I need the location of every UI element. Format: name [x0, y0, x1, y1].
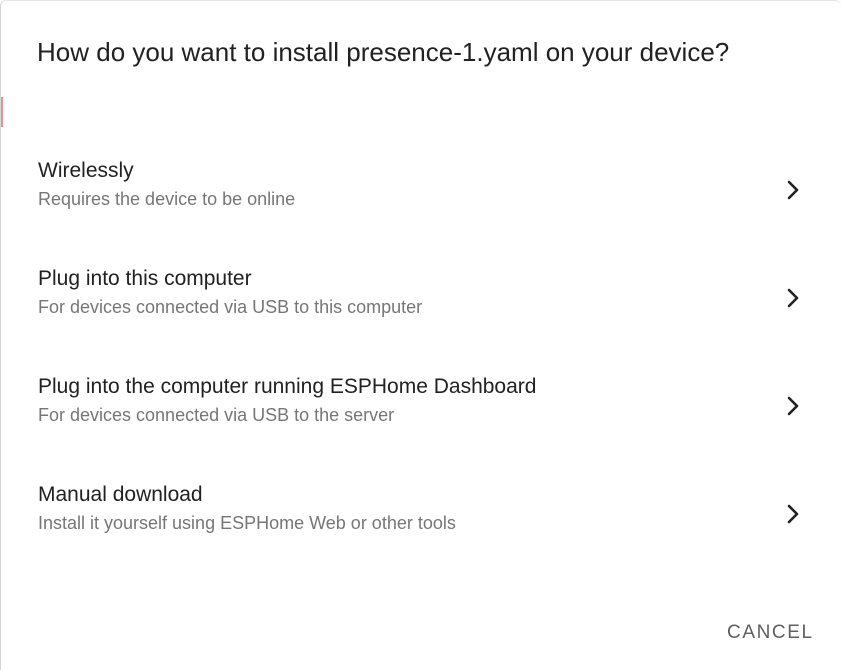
option-title: Plug into this computer	[38, 267, 252, 290]
option-text: Manual download Install it yourself usin…	[38, 481, 456, 536]
option-text: Wirelessly Requires the device to be onl…	[38, 157, 295, 212]
option-description: For devices connected via USB to this co…	[38, 297, 423, 317]
chevron-right-icon	[783, 286, 803, 310]
option-title: Plug into the computer running ESPHome D…	[38, 375, 537, 398]
option-description: For devices connected via USB to the ser…	[38, 405, 395, 425]
option-text: Plug into the computer running ESPHome D…	[38, 373, 536, 428]
chevron-right-icon	[783, 178, 803, 202]
dialog-title: How do you want to install presence-1.ya…	[37, 37, 730, 67]
cancel-button[interactable]: CANCEL	[717, 616, 824, 650]
option-title: Manual download	[38, 483, 203, 506]
option-wirelessly[interactable]: Wirelessly Requires the device to be onl…	[1, 143, 841, 237]
option-description: Requires the device to be online	[38, 189, 296, 209]
chevron-right-icon	[783, 502, 803, 526]
option-manual-download[interactable]: Manual download Install it yourself usin…	[1, 467, 841, 561]
install-dialog: How do you want to install presence-1.ya…	[0, 0, 841, 670]
option-text: Plug into this computer For devices conn…	[38, 265, 422, 320]
option-description: Install it yourself using ESPHome Web or…	[38, 513, 456, 533]
option-plug-into-this-computer[interactable]: Plug into this computer For devices conn…	[1, 251, 841, 345]
option-title: Wirelessly	[38, 159, 134, 182]
background-page-edge	[1, 97, 3, 127]
option-plug-into-dashboard-computer[interactable]: Plug into the computer running ESPHome D…	[1, 359, 841, 453]
chevron-right-icon	[783, 394, 803, 418]
